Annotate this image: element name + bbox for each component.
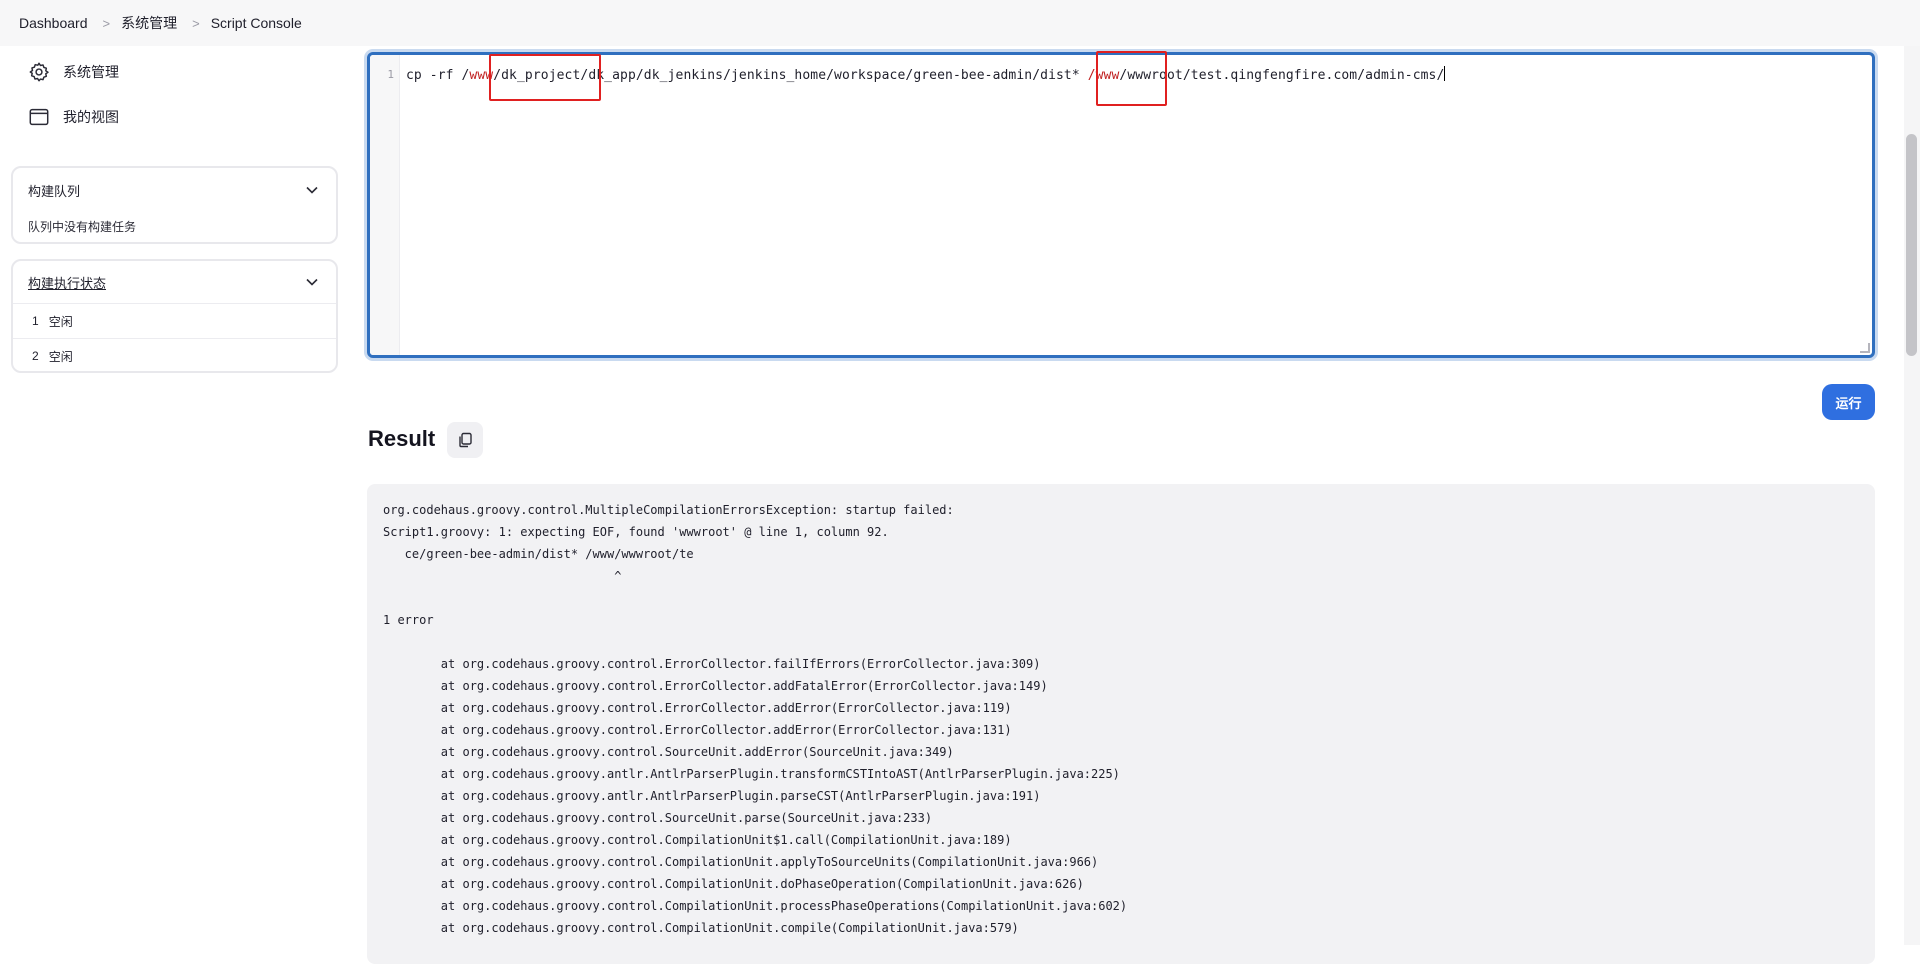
sidebar-item-my-views[interactable]: 我的视图 bbox=[28, 106, 119, 128]
build-queue-panel: 构建队列 队列中没有构建任务 bbox=[11, 166, 338, 244]
run-button[interactable]: 运行 bbox=[1822, 384, 1875, 420]
sidebar-item-system-admin[interactable]: 系统管理 bbox=[28, 61, 119, 83]
scrollbar-thumb[interactable] bbox=[1906, 134, 1917, 356]
breadcrumb: Dashboard > 系统管理 > Script Console bbox=[0, 0, 1920, 46]
build-queue-header[interactable]: 构建队列 bbox=[13, 168, 336, 212]
gear-icon bbox=[29, 62, 49, 82]
result-line: at org.codehaus.groovy.control.Compilati… bbox=[383, 855, 1099, 869]
executor-number: 2 bbox=[32, 349, 39, 363]
build-queue-empty-text: 队列中没有构建任务 bbox=[28, 220, 137, 234]
code-segment: cp -rf / bbox=[406, 68, 470, 83]
executor-row: 1 空闲 bbox=[13, 303, 336, 338]
line-number: 1 bbox=[370, 55, 400, 355]
resize-handle[interactable] bbox=[1860, 343, 1870, 353]
build-queue-title: 构建队列 bbox=[28, 183, 81, 199]
chevron-down-icon[interactable] bbox=[305, 275, 319, 289]
result-line: at org.codehaus.groovy.control.SourceUni… bbox=[383, 745, 954, 759]
result-line: at org.codehaus.groovy.control.Compilati… bbox=[383, 833, 1012, 847]
sidebar-item-label: 系统管理 bbox=[63, 64, 119, 80]
result-line: at org.codehaus.groovy.antlr.AntlrParser… bbox=[383, 767, 1120, 781]
executor-status-title[interactable]: 构建执行状态 bbox=[28, 273, 106, 292]
executor-status-panel: 构建执行状态 1 空闲 2 空闲 bbox=[11, 259, 338, 373]
result-output: org.codehaus.groovy.control.MultipleComp… bbox=[367, 484, 1875, 964]
breadcrumb-script-console[interactable]: Script Console bbox=[196, 15, 302, 31]
result-line: at org.codehaus.groovy.control.ErrorColl… bbox=[383, 657, 1041, 671]
breadcrumb-dashboard[interactable]: Dashboard bbox=[0, 15, 88, 31]
result-line: at org.codehaus.groovy.control.Compilati… bbox=[383, 899, 1128, 913]
code-segment: www bbox=[469, 68, 494, 83]
chevron-down-icon[interactable] bbox=[305, 183, 319, 197]
result-line: at org.codehaus.groovy.control.ErrorColl… bbox=[383, 723, 1012, 737]
executor-status: 空闲 bbox=[48, 314, 73, 329]
text-caret bbox=[1444, 66, 1446, 81]
result-line: at org.codehaus.groovy.antlr.AntlrParser… bbox=[383, 789, 1041, 803]
breadcrumb-system-admin[interactable]: 系统管理 bbox=[106, 13, 177, 33]
result-line: at org.codehaus.groovy.control.SourceUni… bbox=[383, 811, 933, 825]
executor-status-header: 构建执行状态 bbox=[13, 261, 336, 303]
script-code-line[interactable]: cp -rf /www/dk_project/dk_app/dk_jenkins… bbox=[406, 66, 1446, 83]
code-segment: /dk_project/dk_app/dk_jenkins/jenkins_ho… bbox=[493, 68, 1088, 83]
result-line: at org.codehaus.groovy.control.ErrorColl… bbox=[383, 679, 1048, 693]
result-line: ce/green-bee-admin/dist* /www/wwwroot/te bbox=[383, 547, 694, 561]
executor-status: 空闲 bbox=[48, 349, 73, 364]
code-segment: /wwwroot/test.qingfengfire.com/admin-cms… bbox=[1119, 68, 1445, 83]
script-editor[interactable]: 1 cp -rf /www/dk_project/dk_app/dk_jenki… bbox=[367, 52, 1875, 358]
sidebar-item-label: 我的视图 bbox=[63, 109, 119, 125]
executor-row: 2 空闲 bbox=[13, 338, 336, 373]
vertical-scrollbar[interactable] bbox=[1904, 46, 1920, 945]
copy-button[interactable] bbox=[447, 422, 483, 458]
code-segment: /www bbox=[1087, 68, 1120, 83]
result-line: org.codehaus.groovy.control.MultipleComp… bbox=[383, 503, 954, 517]
result-line: at org.codehaus.groovy.control.Compilati… bbox=[383, 921, 1019, 935]
executor-number: 1 bbox=[32, 314, 39, 328]
result-line: 1 error bbox=[383, 613, 434, 627]
result-title: Result bbox=[368, 426, 436, 451]
result-line: at org.codehaus.groovy.control.Compilati… bbox=[383, 877, 1084, 891]
result-line: Script1.groovy: 1: expecting EOF, found … bbox=[383, 525, 889, 539]
result-line: at org.codehaus.groovy.control.ErrorColl… bbox=[383, 701, 1012, 715]
result-text: org.codehaus.groovy.control.MultipleComp… bbox=[383, 499, 1127, 939]
copy-icon bbox=[459, 432, 472, 448]
result-line: ^ bbox=[383, 569, 622, 583]
window-icon bbox=[29, 108, 49, 126]
